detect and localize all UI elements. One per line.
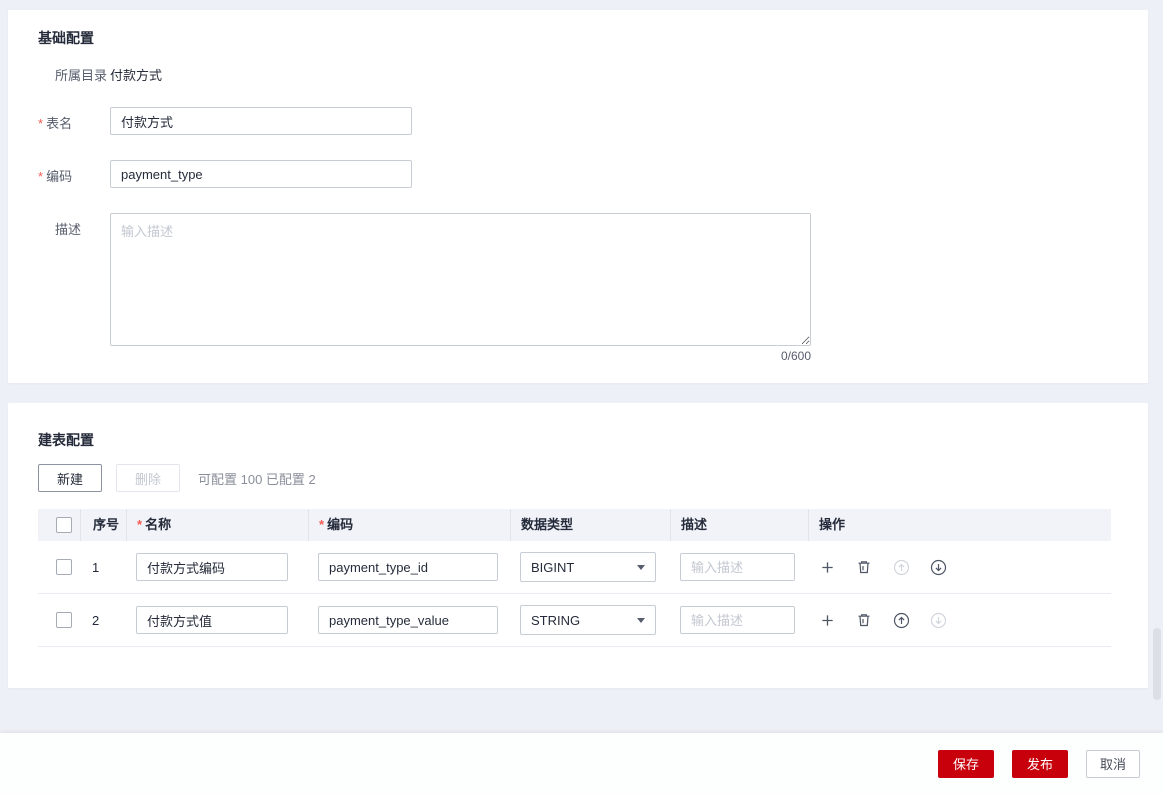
table-config-card: 建表配置 新建 删除 可配置 100 已配置 2 序号 * 名称 * 编码 数据类型…	[8, 403, 1148, 688]
basic-config-card: 基础配置 所属目录 付款方式 *表名 *编码 描述 0/600	[8, 10, 1148, 383]
column-code-input[interactable]	[318, 606, 498, 634]
publish-button[interactable]: 发布	[1011, 749, 1068, 778]
cancel-button[interactable]: 取消	[1085, 749, 1140, 778]
new-button[interactable]: 新建	[38, 464, 102, 492]
quota-text: 可配置 100 已配置 2	[198, 471, 316, 487]
header-no: 序号	[80, 509, 126, 541]
row-number: 2	[92, 612, 100, 628]
description-textarea[interactable]	[110, 213, 811, 346]
move-down-icon[interactable]	[929, 558, 947, 576]
table-name-input[interactable]	[110, 107, 412, 135]
row-number: 1	[92, 559, 100, 575]
delete-button: 删除	[116, 464, 180, 492]
code-label: * 编码	[38, 169, 73, 184]
catalog-row: 所属目录 付款方式	[38, 65, 1118, 84]
data-type-select[interactable]: STRING	[520, 605, 656, 635]
header-desc: 描述	[670, 509, 808, 541]
header-ops: 操作	[808, 509, 1111, 541]
footer-action-bar: 保存 发布 取消	[0, 733, 1163, 794]
header-checkbox-cell	[38, 509, 80, 541]
table-header-row: 序号 * 名称 * 编码 数据类型 描述 操作	[38, 509, 1111, 541]
add-row-icon[interactable]	[818, 611, 836, 629]
table-row: 2 STRING	[38, 594, 1111, 647]
move-up-icon	[892, 558, 910, 576]
code-row: * 编码	[38, 160, 1118, 188]
chevron-down-icon	[637, 617, 645, 623]
catalog-label: 所属目录	[55, 68, 108, 83]
column-name-input[interactable]	[136, 606, 288, 634]
move-down-icon	[929, 611, 947, 629]
table-config-title: 建表配置	[38, 432, 94, 448]
row-select-checkbox[interactable]	[56, 612, 72, 628]
column-desc-input[interactable]	[680, 606, 795, 634]
chevron-down-icon	[637, 564, 645, 570]
column-desc-input[interactable]	[680, 553, 795, 581]
header-type: 数据类型	[510, 509, 670, 541]
required-asterisk: *	[137, 517, 143, 532]
table-name-label: * 表名	[38, 116, 73, 131]
column-code-input[interactable]	[318, 553, 498, 581]
data-type-value: BIGINT	[531, 559, 575, 575]
scrollbar[interactable]	[1153, 628, 1161, 700]
basic-config-title: 基础配置	[38, 30, 94, 46]
columns-table: 序号 *名称 *编码 数据类型 描述 操作 1 BIGINT	[38, 509, 1111, 647]
table-toolbar: 新建 删除 可配置 100 已配置 2	[38, 464, 1118, 492]
data-type-select[interactable]: BIGINT	[520, 552, 656, 582]
delete-row-icon[interactable]	[855, 558, 873, 576]
char-counter: 0/600	[780, 349, 811, 363]
code-input[interactable]	[110, 160, 412, 188]
column-name-input[interactable]	[136, 553, 288, 581]
description-row: 描述 0/600	[38, 213, 1118, 363]
delete-row-icon[interactable]	[855, 611, 873, 629]
required-asterisk: *	[38, 169, 44, 184]
data-type-value: STRING	[531, 612, 581, 628]
description-label: 描述	[55, 222, 82, 237]
move-up-icon[interactable]	[892, 611, 910, 629]
table-name-row: * 表名	[38, 107, 1118, 135]
select-all-checkbox[interactable]	[56, 517, 72, 533]
required-asterisk: *	[319, 517, 325, 532]
catalog-value: 付款方式	[110, 68, 163, 83]
header-code: * 编码	[308, 509, 510, 541]
save-button[interactable]: 保存	[937, 749, 994, 778]
add-row-icon[interactable]	[818, 558, 836, 576]
row-select-checkbox[interactable]	[56, 559, 72, 575]
table-row: 1 BIGINT	[38, 541, 1111, 594]
header-name: * 名称	[126, 509, 308, 541]
required-asterisk: *	[38, 116, 44, 131]
